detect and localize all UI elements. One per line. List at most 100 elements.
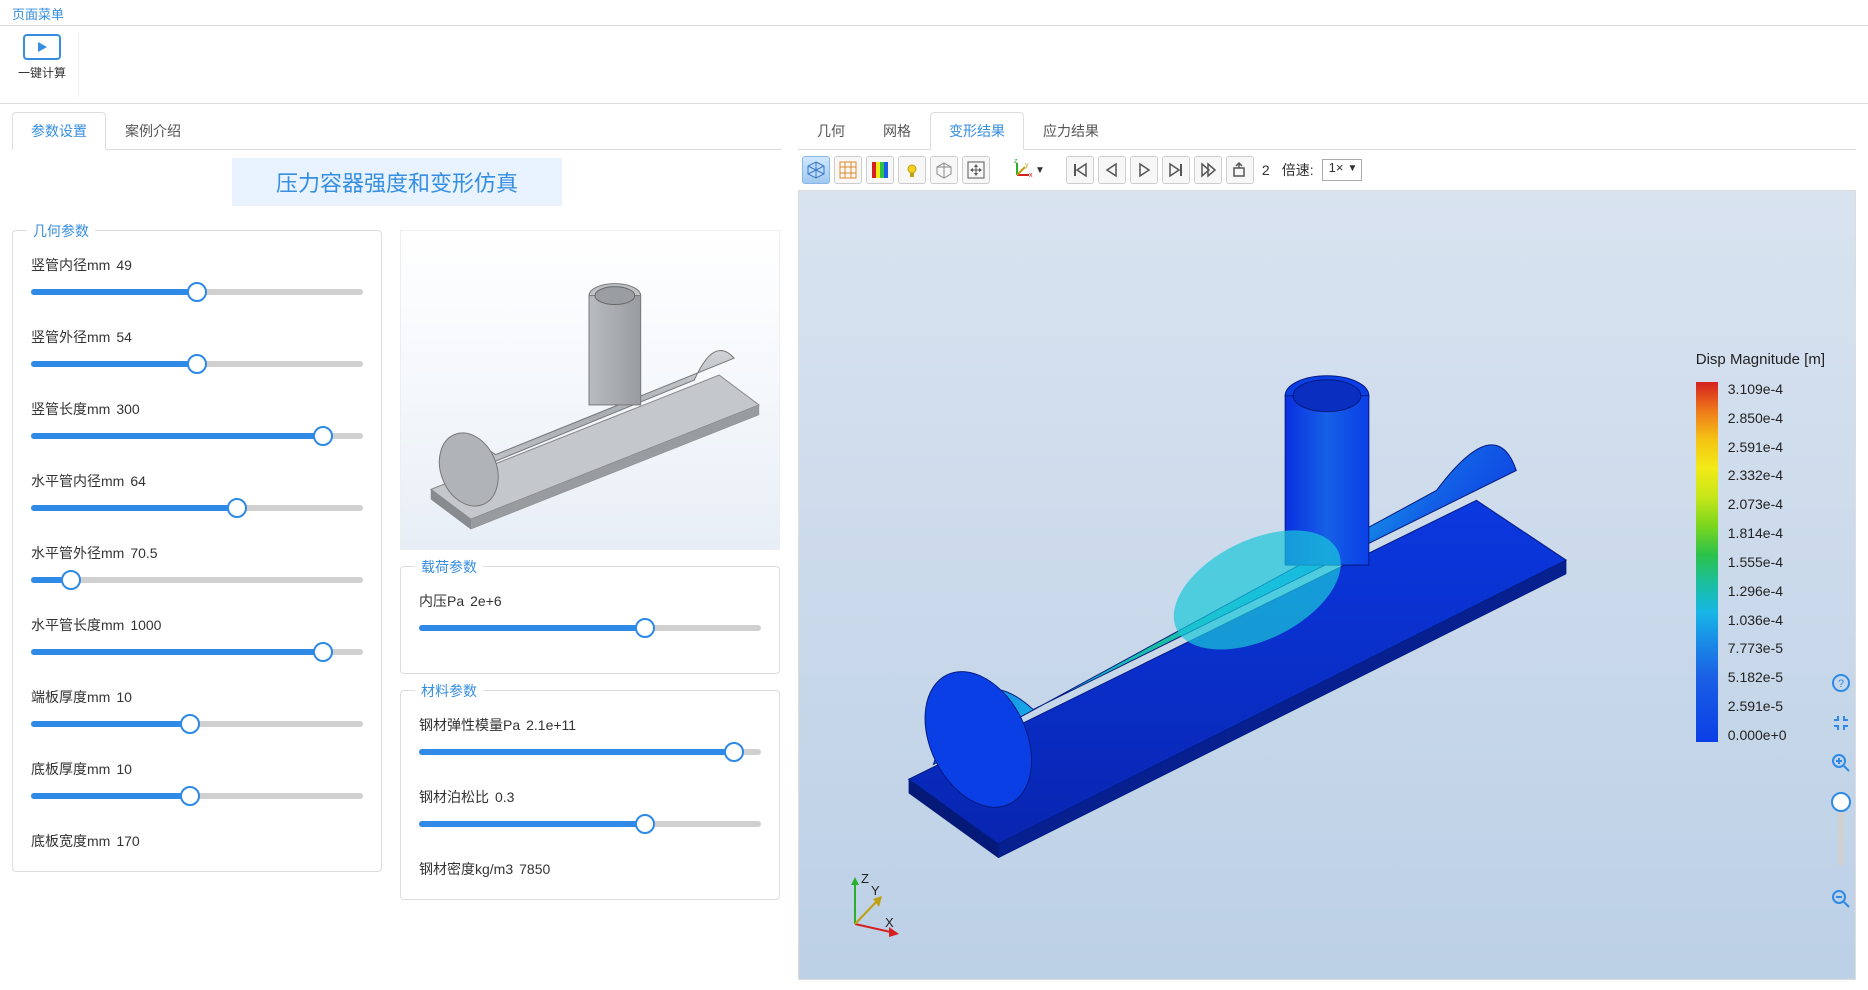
legend-tick: 1.814e-4 <box>1728 526 1787 540</box>
next-frame-button[interactable] <box>1162 156 1190 184</box>
tab-geometry[interactable]: 几何 <box>798 112 864 149</box>
fit-view-button[interactable] <box>962 156 990 184</box>
compute-button-label: 一键计算 <box>12 64 72 81</box>
slider-label: 水平管内径mm <box>31 473 124 489</box>
slider-value: 300 <box>116 401 139 417</box>
legend-tick: 2.850e-4 <box>1728 411 1787 425</box>
axis-orientation-dropdown[interactable]: zxy ▼ <box>1006 156 1050 184</box>
slider-vpipe-outer-d[interactable]: 竖管外径mm 54 <box>31 327 363 371</box>
slider-value: 1000 <box>130 617 161 633</box>
slider-value: 10 <box>116 689 132 705</box>
wireframe-button[interactable] <box>930 156 958 184</box>
tab-case-intro[interactable]: 案例介绍 <box>106 112 200 149</box>
svg-text:?: ? <box>1838 678 1844 690</box>
ribbon: 一键计算 <box>0 26 1868 104</box>
contour-display-button[interactable] <box>866 156 894 184</box>
panel-geometry-params: 几何参数 竖管内径mm49 竖管外径mm54 竖管长度mm300 <box>12 230 382 872</box>
axis-triad-icon: z xy <box>1011 159 1033 181</box>
side-tools: ? <box>1830 672 1852 910</box>
slider-hpipe-inner-d[interactable]: 水平管内径mm64 <box>31 471 363 515</box>
left-tabs: 参数设置 案例介绍 <box>12 112 782 150</box>
slider-youngs-modulus[interactable]: 钢材弹性模量Pa 2.1e+11 <box>419 715 761 759</box>
play-button[interactable] <box>1130 156 1158 184</box>
first-frame-button[interactable] <box>1066 156 1094 184</box>
slider-value: 54 <box>116 329 132 345</box>
page-menu-link[interactable]: 页面菜单 <box>12 7 64 22</box>
slider-label: 竖管内径mm <box>31 257 110 273</box>
viewer-tabs: 几何 网格 变形结果 应力结果 <box>798 112 1856 150</box>
result-viewport[interactable]: Disp Magnitude [m] 3.109e-4 2.850e-4 2.591… <box>798 190 1856 980</box>
slider-density[interactable]: 钢材密度kg/m37850 <box>419 859 761 879</box>
legend-title: Disp Magnitude [m] <box>1696 351 1825 368</box>
speed-label: 倍速: <box>1282 160 1314 180</box>
slider-internal-pressure[interactable]: 内压Pa2e+6 <box>419 591 761 635</box>
legend-tick: 3.109e-4 <box>1728 382 1787 396</box>
axis-triad: Z X Y <box>835 869 905 939</box>
simulation-title: 压力容器强度和变形仿真 <box>232 158 562 206</box>
speed-select[interactable]: 1× <box>1322 159 1363 181</box>
zoom-in-icon[interactable] <box>1830 752 1852 774</box>
panel-load-params: 载荷参数 内压Pa2e+6 <box>400 566 780 674</box>
slider-baseplate-width[interactable]: 底板宽度mm170 <box>31 831 363 851</box>
slider-endplate-thickness[interactable]: 端板厚度mm 10 <box>31 687 363 731</box>
last-frame-button[interactable] <box>1194 156 1222 184</box>
svg-text:x: x <box>1029 172 1033 179</box>
panel-load-legend: 载荷参数 <box>415 557 483 577</box>
legend-ticks: 3.109e-4 2.850e-4 2.591e-4 2.332e-4 2.073e-4… <box>1728 382 1787 742</box>
legend-tick: 2.073e-4 <box>1728 497 1787 511</box>
svg-text:Y: Y <box>871 883 880 898</box>
legend-color-bar <box>1696 382 1718 742</box>
iso-view-button[interactable] <box>802 156 830 184</box>
slider-vpipe-length[interactable]: 竖管长度mm 300 <box>31 399 363 443</box>
slider-baseplate-thickness[interactable]: 底板厚度mm 10 <box>31 759 363 803</box>
panel-geometry-legend: 几何参数 <box>27 221 95 241</box>
tab-parameters[interactable]: 参数设置 <box>12 112 106 150</box>
ribbon-divider <box>78 32 79 97</box>
tab-mesh[interactable]: 网格 <box>864 112 930 149</box>
svg-text:z: z <box>1014 159 1018 165</box>
slider-label: 竖管外径mm <box>31 329 110 345</box>
legend-tick: 0.000e+0 <box>1728 728 1787 742</box>
slider-label: 底板厚度mm <box>31 761 110 777</box>
zoom-slider[interactable] <box>1838 796 1844 866</box>
slider-value: 10 <box>116 761 132 777</box>
tab-deformation-result[interactable]: 变形结果 <box>930 112 1024 150</box>
fullscreen-exit-icon[interactable] <box>1830 712 1852 734</box>
slider-label: 内压Pa <box>419 593 464 609</box>
help-icon[interactable]: ? <box>1830 672 1852 694</box>
slider-hpipe-length[interactable]: 水平管长度mm1000 <box>31 615 363 659</box>
tab-stress-result[interactable]: 应力结果 <box>1024 112 1118 149</box>
geometry-preview <box>400 230 780 550</box>
prev-frame-button[interactable] <box>1098 156 1126 184</box>
slider-label: 端板厚度mm <box>31 689 110 705</box>
slider-value: 49 <box>116 257 132 273</box>
legend-tick: 7.773e-5 <box>1728 641 1787 655</box>
speed-value: 1× <box>1329 160 1344 175</box>
svg-text:Z: Z <box>861 871 869 886</box>
legend-tick: 5.182e-5 <box>1728 670 1787 684</box>
slider-label: 钢材弹性模量Pa <box>419 717 520 733</box>
slider-vpipe-inner-d[interactable]: 竖管内径mm 49 <box>31 255 363 299</box>
slider-poisson-ratio[interactable]: 钢材泊松比 0.3 <box>419 787 761 831</box>
slider-hpipe-outer-d[interactable]: 水平管外径mm 70.5 <box>31 543 363 587</box>
slider-value: 2.1e+11 <box>526 717 576 733</box>
lighting-button[interactable] <box>898 156 926 184</box>
slider-label: 钢材密度kg/m3 <box>419 861 513 877</box>
svg-text:y: y <box>1025 162 1029 169</box>
compute-button[interactable]: 一键计算 <box>12 32 72 97</box>
panel-material-params: 材料参数 钢材弹性模量Pa2.1e+11 钢材泊松比0.3 钢材密度kg/m37… <box>400 690 780 900</box>
slider-value: 170 <box>116 833 139 849</box>
slider-label: 竖管长度mm <box>31 401 110 417</box>
mesh-display-button[interactable] <box>834 156 862 184</box>
zoom-out-icon[interactable] <box>1830 888 1852 910</box>
svg-text:X: X <box>885 915 894 930</box>
legend-tick: 1.296e-4 <box>1728 584 1787 598</box>
legend-tick: 2.591e-4 <box>1728 440 1787 454</box>
slider-value: 0.3 <box>495 789 514 805</box>
legend-tick: 2.591e-5 <box>1728 699 1787 713</box>
slider-value: 70.5 <box>130 545 157 561</box>
slider-label: 水平管外径mm <box>31 545 124 561</box>
legend-tick: 2.332e-4 <box>1728 468 1787 482</box>
slider-label: 钢材泊松比 <box>419 789 489 805</box>
export-animation-button[interactable] <box>1226 156 1254 184</box>
